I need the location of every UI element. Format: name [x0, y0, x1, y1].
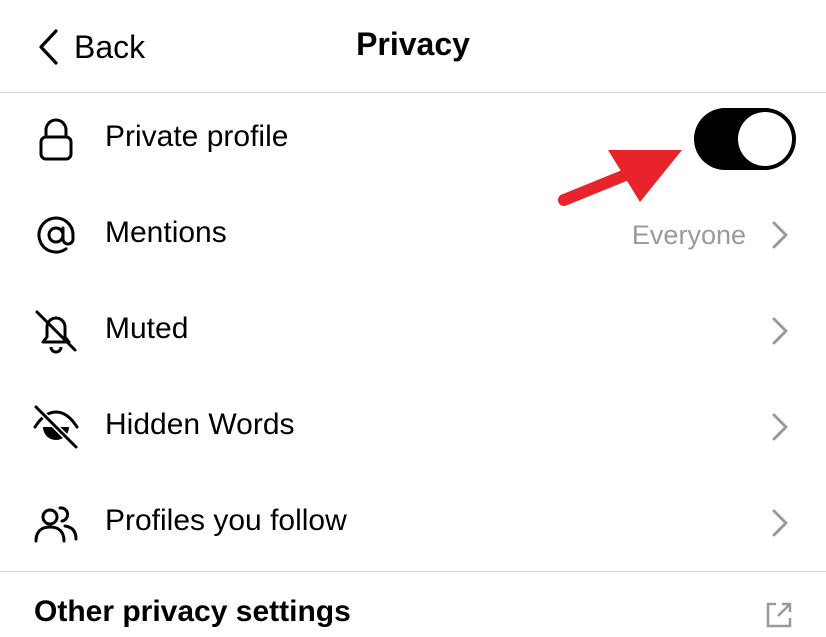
toggle-knob [738, 112, 792, 166]
chevron-right-icon [768, 505, 792, 541]
other-privacy-settings-link[interactable]: Other privacy settings [34, 595, 351, 629]
eye-off-icon [32, 403, 80, 451]
section-divider [0, 571, 826, 572]
lock-icon [32, 115, 80, 163]
people-icon [32, 499, 80, 547]
header: Back Privacy [0, 0, 826, 92]
chevron-right-icon [768, 409, 792, 445]
external-link-icon [762, 598, 796, 632]
row-label: Hidden Words [105, 408, 295, 441]
page-title: Privacy [356, 26, 470, 62]
row-label: Private profile [105, 120, 289, 153]
row-muted[interactable]: Muted [0, 283, 826, 379]
mentions-value: Everyone [631, 220, 746, 250]
row-hidden-words[interactable]: Hidden Words [0, 379, 826, 475]
row-label: Profiles you follow [105, 504, 347, 537]
row-label: Mentions [105, 216, 227, 249]
private-profile-toggle[interactable] [694, 108, 796, 170]
row-mentions[interactable]: Mentions Everyone [0, 187, 826, 283]
row-profiles-you-follow[interactable]: Profiles you follow [0, 475, 826, 571]
at-sign-icon [32, 211, 80, 259]
chevron-right-icon [768, 217, 792, 253]
bell-off-icon [32, 307, 80, 355]
row-label: Muted [105, 312, 189, 345]
chevron-right-icon [768, 313, 792, 349]
